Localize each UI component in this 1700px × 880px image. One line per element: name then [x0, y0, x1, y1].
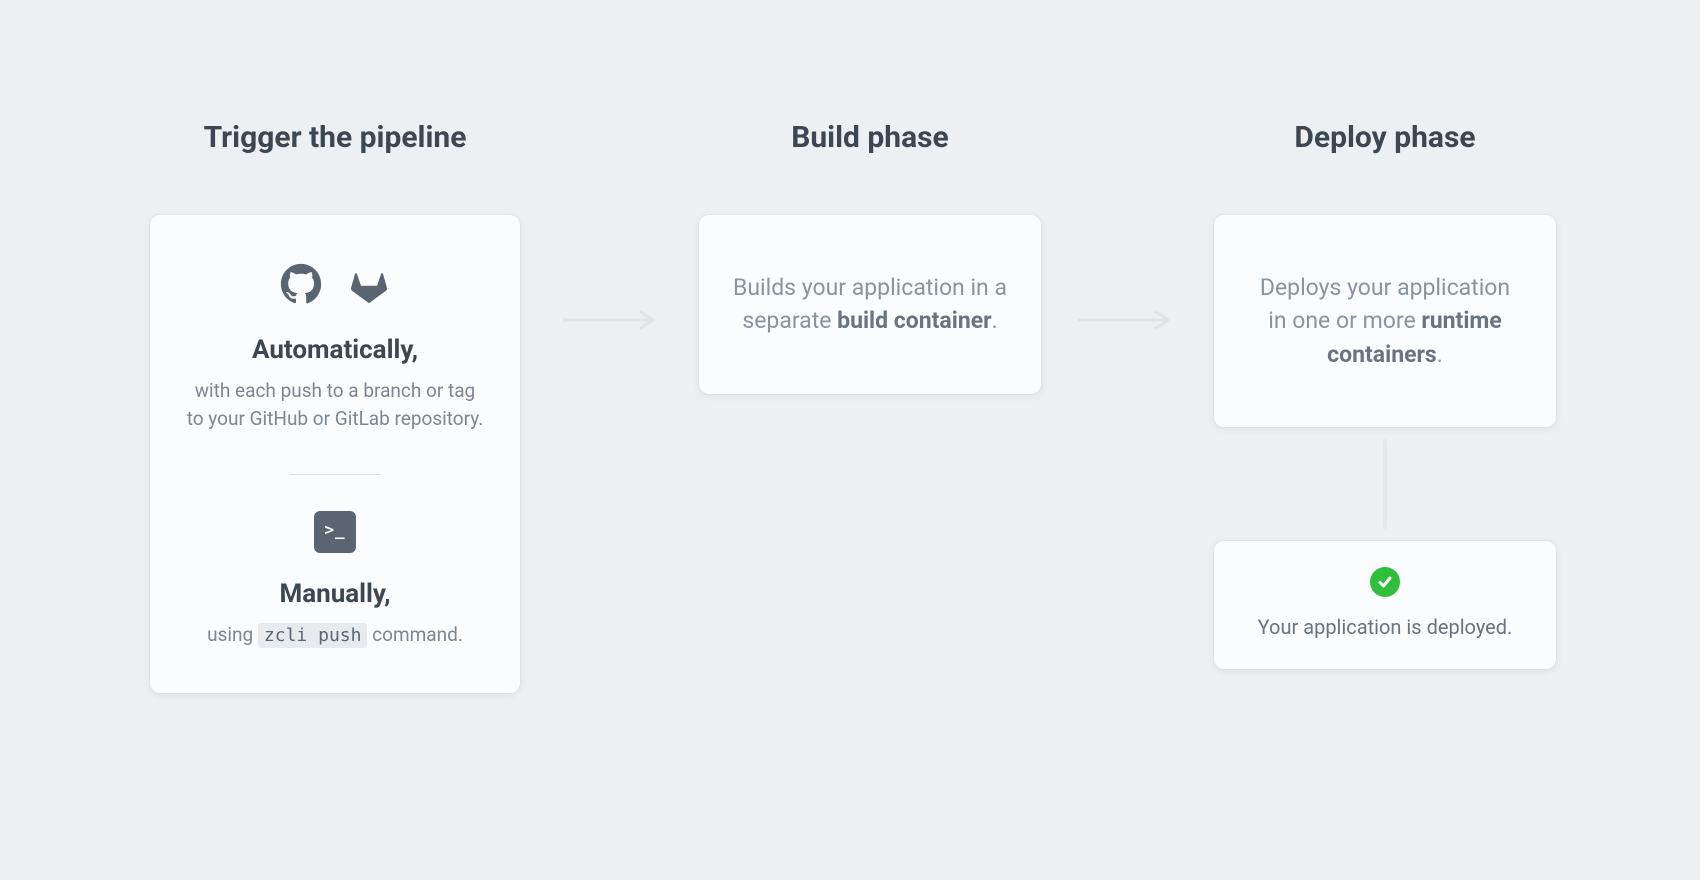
deployed-card: Your application is deployed. — [1214, 541, 1556, 669]
pipeline-diagram: Trigger the pipeline Automatically, with… — [0, 0, 1700, 880]
manual-prefix: using — [207, 623, 258, 646]
arrow-build-to-deploy — [1070, 120, 1185, 334]
check-icon — [1370, 567, 1400, 597]
manual-subtext: using zcli push command. — [186, 621, 484, 649]
manual-code: zcli push — [258, 623, 368, 648]
column-build: Build phase Builds your application in a… — [670, 120, 1070, 394]
column-title-deploy: Deploy phase — [1294, 120, 1475, 155]
terminal-icon: >_ — [314, 511, 356, 553]
build-suffix: . — [992, 307, 998, 334]
gitlab-icon — [348, 263, 390, 309]
github-icon — [280, 263, 322, 309]
build-card: Builds your application in a separate bu… — [699, 215, 1041, 394]
vcs-icon-row — [186, 263, 484, 309]
column-title-build: Build phase — [791, 120, 949, 155]
deploy-text: Deploys your application in one or more … — [1248, 271, 1522, 371]
column-deploy: Deploy phase Deploys your application in… — [1185, 120, 1585, 669]
divider — [290, 474, 380, 475]
auto-heading: Automatically, — [186, 335, 484, 365]
connector-vertical — [1383, 439, 1387, 529]
column-trigger: Trigger the pipeline Automatically, with… — [115, 120, 555, 693]
arrow-right-icon — [563, 310, 663, 334]
arrow-right-icon — [1078, 310, 1178, 334]
manual-suffix: command. — [367, 623, 462, 646]
auto-subtext: with each push to a branch or tag to you… — [186, 377, 484, 432]
arrow-trigger-to-build — [555, 120, 670, 334]
build-text: Builds your application in a separate bu… — [733, 271, 1007, 338]
deployed-text: Your application is deployed. — [1238, 615, 1532, 639]
column-title-trigger: Trigger the pipeline — [204, 120, 467, 155]
deploy-suffix: . — [1437, 341, 1443, 368]
manual-heading: Manually, — [186, 579, 484, 609]
deploy-card: Deploys your application in one or more … — [1214, 215, 1556, 427]
build-bold: build container — [837, 307, 991, 334]
trigger-card: Automatically, with each push to a branc… — [150, 215, 520, 693]
